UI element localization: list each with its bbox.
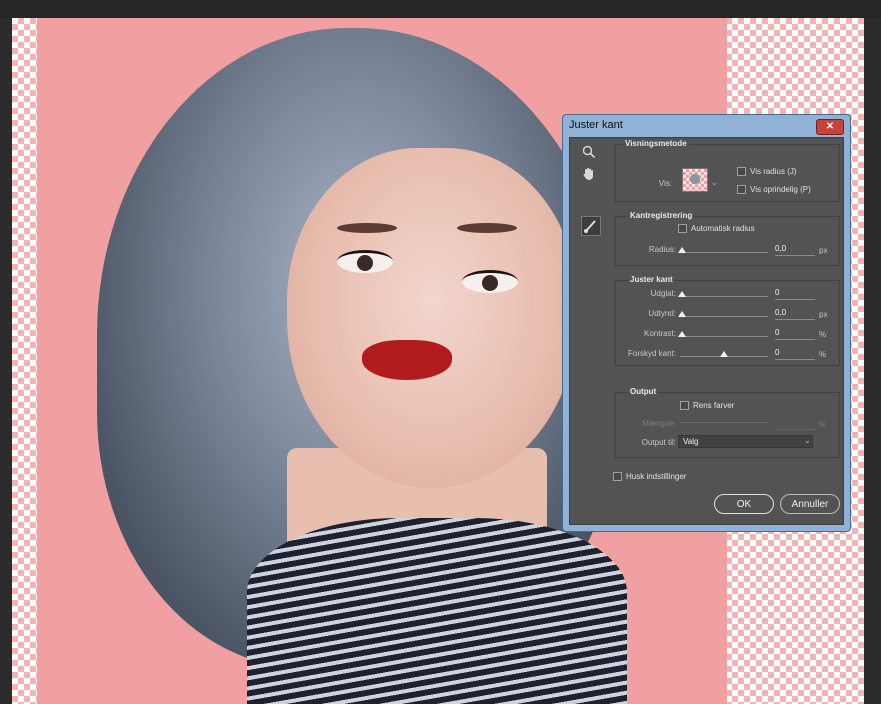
feather-slider-thumb[interactable]	[678, 311, 686, 317]
decontaminate-label: Rens farver	[693, 401, 735, 410]
remember-settings-label: Husk indstillinger	[626, 472, 687, 481]
radius-unit: px	[819, 246, 828, 255]
contrast-unit: %	[819, 330, 827, 339]
amount-unit: %	[819, 420, 827, 429]
right-eyebrow	[457, 223, 517, 233]
dialog-titlebar[interactable]: Juster kant ✕	[563, 115, 850, 137]
contrast-value-field[interactable]: 0	[775, 328, 815, 340]
shift-edge-slider-thumb[interactable]	[720, 351, 728, 357]
cancel-button[interactable]: Annuller	[780, 494, 840, 514]
output-to-label: Output til:	[641, 438, 676, 447]
left-eyebrow	[337, 223, 397, 233]
show-radius-label: Vis radius (J)	[750, 167, 797, 176]
output-to-select[interactable]: Valg	[678, 435, 813, 448]
auto-radius-label: Automatisk radius	[691, 224, 755, 233]
decontaminate-checkbox[interactable]	[680, 401, 689, 410]
amount-value-field	[775, 418, 815, 430]
ok-button[interactable]: OK	[714, 494, 774, 514]
right-bar	[864, 18, 881, 704]
smooth-label: Udglat:	[650, 289, 676, 298]
amount-label: Mængde:	[642, 419, 676, 428]
feather-label: Udtynd:	[648, 309, 676, 318]
radius-value-field[interactable]: 0,0	[775, 244, 815, 256]
hand-icon[interactable]	[582, 167, 596, 184]
show-original-label: Vis oprindelig (P)	[750, 185, 811, 194]
shift-edge-value-field[interactable]: 0	[775, 348, 815, 360]
auto-radius-checkbox[interactable]	[678, 224, 687, 233]
refine-edge-dialog: Juster kant ✕ Visningsmetode Vis: ⌄ Vis …	[562, 114, 851, 532]
adjust-edge-title: Juster kant	[628, 275, 675, 284]
right-eye	[462, 270, 518, 293]
radius-slider-thumb[interactable]	[678, 247, 686, 253]
shift-edge-unit: %	[819, 350, 827, 359]
smooth-value-field[interactable]: 0	[775, 288, 815, 300]
smooth-slider-thumb[interactable]	[678, 291, 686, 297]
refine-radius-brush-icon[interactable]	[581, 216, 601, 236]
contrast-slider-thumb[interactable]	[678, 331, 686, 337]
view-label: Vis:	[658, 179, 672, 188]
contrast-slider-track[interactable]	[680, 336, 768, 337]
shift-edge-label: Forskyd kant:	[627, 349, 676, 358]
lips	[362, 340, 452, 380]
close-button[interactable]: ✕	[816, 119, 844, 135]
chevron-down-icon[interactable]: ⌄	[804, 436, 811, 445]
edge-detection-title: Kantregistrering	[628, 211, 695, 220]
top-bar	[0, 0, 881, 18]
chevron-down-icon[interactable]: ⌄	[711, 178, 718, 187]
view-mode-thumbnail[interactable]	[682, 168, 708, 192]
zoom-icon[interactable]	[582, 145, 596, 162]
dialog-title: Juster kant	[569, 119, 623, 131]
face	[287, 148, 577, 488]
left-eye	[337, 250, 393, 273]
show-radius-checkbox[interactable]	[737, 167, 746, 176]
radius-slider-track[interactable]	[680, 252, 768, 253]
dialog-body: Visningsmetode Vis: ⌄ Vis radius (J) Vis…	[569, 137, 844, 525]
radius-label: Radius:	[648, 245, 676, 254]
feather-value-field[interactable]: 0,0	[775, 308, 815, 320]
show-original-checkbox[interactable]	[737, 185, 746, 194]
output-to-value: Valg	[683, 437, 699, 446]
output-title: Output	[628, 387, 659, 396]
striped-top	[247, 518, 627, 704]
feather-unit: px	[819, 310, 828, 319]
remember-settings-checkbox[interactable]	[613, 472, 622, 481]
feather-slider-track[interactable]	[680, 316, 768, 317]
amount-slider-track	[680, 422, 768, 423]
view-mode-title: Visningsmetode	[623, 139, 689, 148]
smooth-slider-track[interactable]	[680, 296, 768, 297]
contrast-label: Kontrast:	[643, 329, 676, 338]
left-bar	[0, 18, 12, 704]
